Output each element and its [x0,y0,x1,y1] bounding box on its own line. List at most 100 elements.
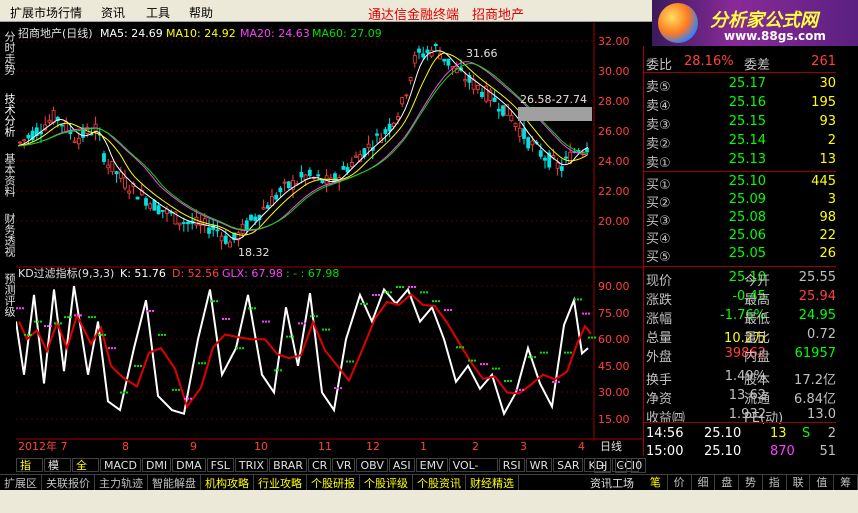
candle-body [261,207,266,210]
candle-body [316,174,321,177]
indicator-tab[interactable]: VOL-TDX [448,458,498,486]
indicator-tab[interactable]: FSL [206,458,234,472]
candle-body [228,241,232,248]
indicator-tab[interactable]: RSI [498,458,525,472]
buy-label: 买① [646,178,671,193]
x-label-7: 2 [472,440,479,453]
menu-help[interactable]: 帮助 [189,4,213,21]
sell-vol: 30 [819,76,836,91]
y-tick-label: 26.00 [598,125,630,138]
sell-label: 卖③ [646,118,671,133]
status-item[interactable]: 关联报价 [42,474,95,491]
right-tab[interactable]: 笔 [644,474,668,490]
status-item[interactable]: 财经精选 [466,474,519,491]
indicator-tab[interactable]: SAR [553,458,584,472]
glx-dot [588,336,590,339]
indicator-tab[interactable]: 模板 [43,458,71,486]
candle-body [265,205,270,209]
status-info-workshop[interactable]: 资讯工场 [590,475,634,491]
indicator-tab[interactable]: EMV [415,458,448,472]
indicator-tab[interactable]: 指标 [16,458,43,486]
glx-dot [438,300,440,303]
candle-body [72,140,77,143]
candle-body [559,166,564,171]
side-tab-basic-info[interactable]: 基本资料 [1,153,16,197]
status-item[interactable]: 扩展区 [0,474,42,491]
x-label-6: 1 [420,440,427,453]
status-item[interactable]: 个股资讯 [413,474,466,491]
candle-body [433,43,438,47]
right-tab[interactable]: 联 [787,474,811,490]
glx-dot [134,364,136,367]
stat-label: 涨跌 [646,293,673,308]
glx-dot [459,346,461,349]
indicator-tab[interactable]: VR [332,458,356,472]
stat-label: 总量 [646,331,673,346]
glx-dot [164,333,166,336]
indicator-tab[interactable]: DMI [141,458,172,472]
menu-info[interactable]: 资讯 [101,4,125,21]
glx-dot [447,309,449,312]
menu-tools[interactable]: 工具 [146,4,170,21]
k-label: K: 51.76 [120,267,166,280]
glx-dot [190,397,192,400]
watermark-logo: 分析家公式网 www.88gs.com [652,0,858,46]
indicator-tab[interactable]: WR [525,458,553,472]
status-item[interactable]: 个股研报 [307,474,360,491]
indicator-tab[interactable]: CR [307,458,332,472]
right-tab[interactable]: 指 [763,474,787,490]
right-tab[interactable]: 细 [692,474,716,490]
indicator-tab[interactable]: 全部 [71,458,99,486]
glx-dot [337,387,339,390]
indicator-tab[interactable]: TRIX [234,458,269,472]
stat-row: 净资 13.62 流通 6.84亿 [644,388,836,407]
chart-svg[interactable]: 32.00 30.00 28.00 26.00 24.00 22.00 20.00 90.00… [15,23,643,457]
x-label-2: 9 [190,440,197,453]
candle-body [244,220,249,231]
status-item[interactable]: 个股评级 [360,474,413,491]
indicator-tab[interactable]: MACD [99,458,141,472]
menu-market[interactable]: 扩展市场行情 [10,4,82,21]
period-label[interactable]: 日线 [600,439,622,453]
sell-price: 25.14 [728,133,766,148]
right-tab[interactable]: 值 [810,474,835,490]
candle-body [127,190,132,194]
side-tab-rating[interactable]: 预测评级 [1,273,16,317]
candle-body [412,55,417,64]
indicator-tab[interactable]: DMA [172,458,206,472]
status-item[interactable]: 智能解盘 [148,474,201,491]
glx-dot [262,320,264,323]
zoom-out-button[interactable]: - [615,458,628,473]
indicator-tab[interactable]: BRAR [269,458,307,472]
side-tab-intraday[interactable]: 分时走势 [1,31,16,75]
glx-dot [27,333,29,336]
right-tab[interactable]: 盘 [715,474,740,490]
indicator-tab[interactable]: OBV [356,458,388,472]
right-tab[interactable]: 价 [668,474,692,490]
chart-area[interactable]: 32.00 30.00 28.00 26.00 24.00 22.00 20.00 90.00… [15,23,643,457]
right-tab[interactable]: 势 [739,474,763,490]
zoom-in-button[interactable]: + [594,458,612,473]
glx-dot [591,336,593,339]
status-item[interactable]: 行业攻略 [254,474,307,491]
low-label: 18.32 [238,246,270,259]
indicator-tab[interactable]: ASI [388,458,415,472]
candle-body [51,110,56,124]
glx-dot [588,312,590,315]
right-tab[interactable]: 筹 [834,474,858,490]
reset-button[interactable]: 0 [631,458,647,473]
buy-row: 买⑤ 25.05 26 [644,246,836,265]
candle-body [240,223,245,234]
price-legend-name: 招商地产(日线) [18,26,93,40]
status-item[interactable]: 机构攻略 [201,474,254,491]
price-range-box [518,107,592,121]
sell-vol: 93 [819,114,836,129]
weibi-label: 委比 [646,58,673,73]
side-tab-tech-analysis[interactable]: 技术分析 [1,93,16,137]
side-tab-finance[interactable]: 财务透视 [1,213,16,257]
glx-dot [292,335,294,338]
status-item[interactable]: 主力轨迹 [95,474,148,491]
candle-body [106,164,111,169]
buy-row: 买④ 25.06 22 [644,228,836,247]
glx-dot [531,356,533,359]
